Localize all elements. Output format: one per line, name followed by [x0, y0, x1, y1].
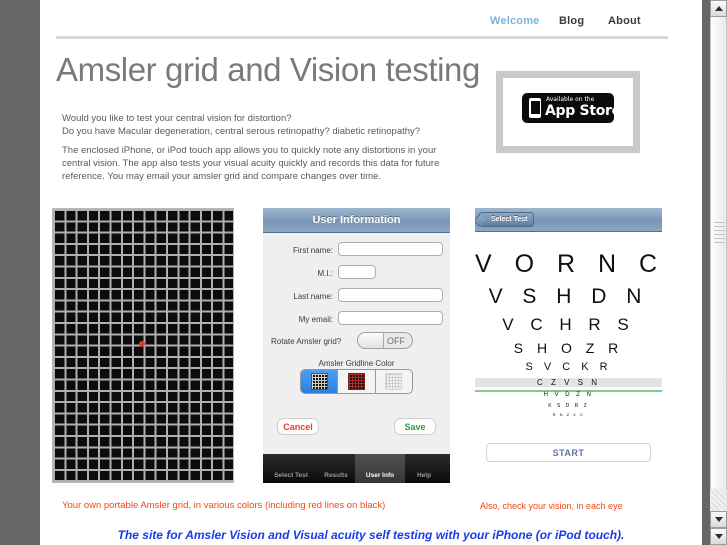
intro-paragraph-1: Would you like to test your central visi…: [62, 113, 421, 137]
eye-chart-row: V C H R S: [502, 315, 635, 334]
scrollbar-track[interactable]: [710, 489, 727, 511]
eye-chart-panel: Select Test V O R N C V S H D N V C H R …: [475, 208, 662, 483]
grid-swatch-icon: [347, 373, 365, 390]
caption-left: Your own portable Amsler grid, in variou…: [62, 500, 386, 511]
scroll-up-button[interactable]: [710, 0, 727, 17]
scroll-down-button-1[interactable]: [710, 511, 727, 528]
app-store-badge-inner: Available on the App Store: [522, 93, 621, 123]
eye-chart-row: V O R N C: [475, 250, 662, 278]
phone-tab-bar: Select Test Results User Info Help: [263, 454, 450, 483]
triangle-down-icon: [714, 517, 723, 522]
intro-paragraph-2: The enclosed iPhone, or iPod touch app a…: [62, 145, 440, 182]
nav-item-welcome[interactable]: Welcome: [490, 15, 540, 27]
scroll-down-button-2[interactable]: [710, 528, 727, 545]
caption-right: Also, check your vision, in each eye: [480, 501, 623, 511]
eye-chart-navbar: Select Test: [475, 208, 662, 232]
eye-chart-row: K S D R Z: [548, 403, 589, 409]
eye-chart-row: V S H D N: [488, 285, 649, 308]
last-name-label: Last name:: [293, 292, 333, 301]
tab-select-test[interactable]: Select Test: [269, 472, 313, 479]
nav-divider: [56, 36, 668, 39]
email-input[interactable]: [338, 311, 443, 325]
middle-initial-input[interactable]: [338, 265, 376, 279]
gridline-color-label: Amsler Gridline Color: [318, 359, 395, 368]
eye-chart-row: S H O Z R: [513, 340, 624, 356]
gridline-swatch-white-on-black[interactable]: [301, 370, 339, 393]
iphone-icon: [529, 98, 541, 118]
nav-item-about[interactable]: About: [608, 15, 641, 27]
app-store-badge[interactable]: Available on the App Store: [496, 71, 640, 153]
app-store-badge-small-text: Available on the: [546, 96, 595, 103]
last-name-input[interactable]: [338, 288, 443, 302]
page-content: Welcome Blog About Amsler grid and Visio…: [40, 0, 702, 545]
nav-item-blog[interactable]: Blog: [559, 15, 584, 27]
user-information-panel: User Information First name: M.I.: Last …: [263, 208, 450, 483]
gridline-swatch-red-on-black[interactable]: [338, 370, 376, 393]
vertical-scrollbar[interactable]: [710, 0, 727, 545]
start-button[interactable]: START: [486, 443, 651, 462]
select-test-back-button[interactable]: Select Test: [479, 212, 535, 227]
browser-viewport: Welcome Blog About Amsler grid and Visio…: [0, 0, 727, 545]
eye-chart-row: H V D Z N: [543, 392, 594, 398]
tab-user-info[interactable]: User Info: [359, 472, 401, 479]
eye-chart-row: S V C K R: [525, 361, 612, 373]
user-form-title: User Information: [312, 214, 401, 226]
amsler-grid-image: [52, 208, 234, 483]
tab-help[interactable]: Help: [405, 472, 443, 479]
tab-results[interactable]: Results: [317, 472, 355, 479]
scrollbar-grip: [714, 222, 725, 244]
amsler-grid-center-dot: [139, 341, 145, 347]
caption-bottom: The site for Amsler Vision and Visual ac…: [117, 528, 625, 542]
top-navigation: Welcome Blog About: [40, 0, 702, 36]
grid-swatch-icon: [385, 373, 403, 390]
toggle-state-label: OFF: [387, 336, 405, 346]
app-store-badge-large-text: App Store: [545, 103, 621, 119]
rotate-grid-toggle[interactable]: OFF: [357, 332, 413, 349]
toggle-knob: [358, 333, 384, 348]
gridline-color-segmented-control[interactable]: [300, 369, 413, 394]
gridline-swatch-gray-on-white[interactable]: [376, 370, 412, 393]
user-form-titlebar: User Information: [263, 208, 450, 233]
triangle-down-icon: [714, 534, 723, 539]
first-name-label: First name:: [292, 246, 333, 255]
middle-initial-label: M.I.:: [317, 269, 333, 278]
triangle-up-icon: [714, 6, 723, 11]
page-title: Amsler grid and Vision testing: [56, 51, 480, 88]
first-name-input[interactable]: [338, 242, 443, 256]
cancel-button[interactable]: Cancel: [277, 418, 319, 435]
scrollbar-thumb[interactable]: [710, 17, 727, 511]
rotate-grid-label: Rotate Amsler grid?: [271, 337, 342, 346]
eye-chart-row: R N Z V C: [552, 412, 585, 417]
email-label: My email:: [298, 315, 333, 324]
eye-chart-row-selected: C Z V S N: [475, 378, 662, 387]
grid-swatch-icon: [310, 373, 328, 390]
save-button[interactable]: Save: [394, 418, 436, 435]
